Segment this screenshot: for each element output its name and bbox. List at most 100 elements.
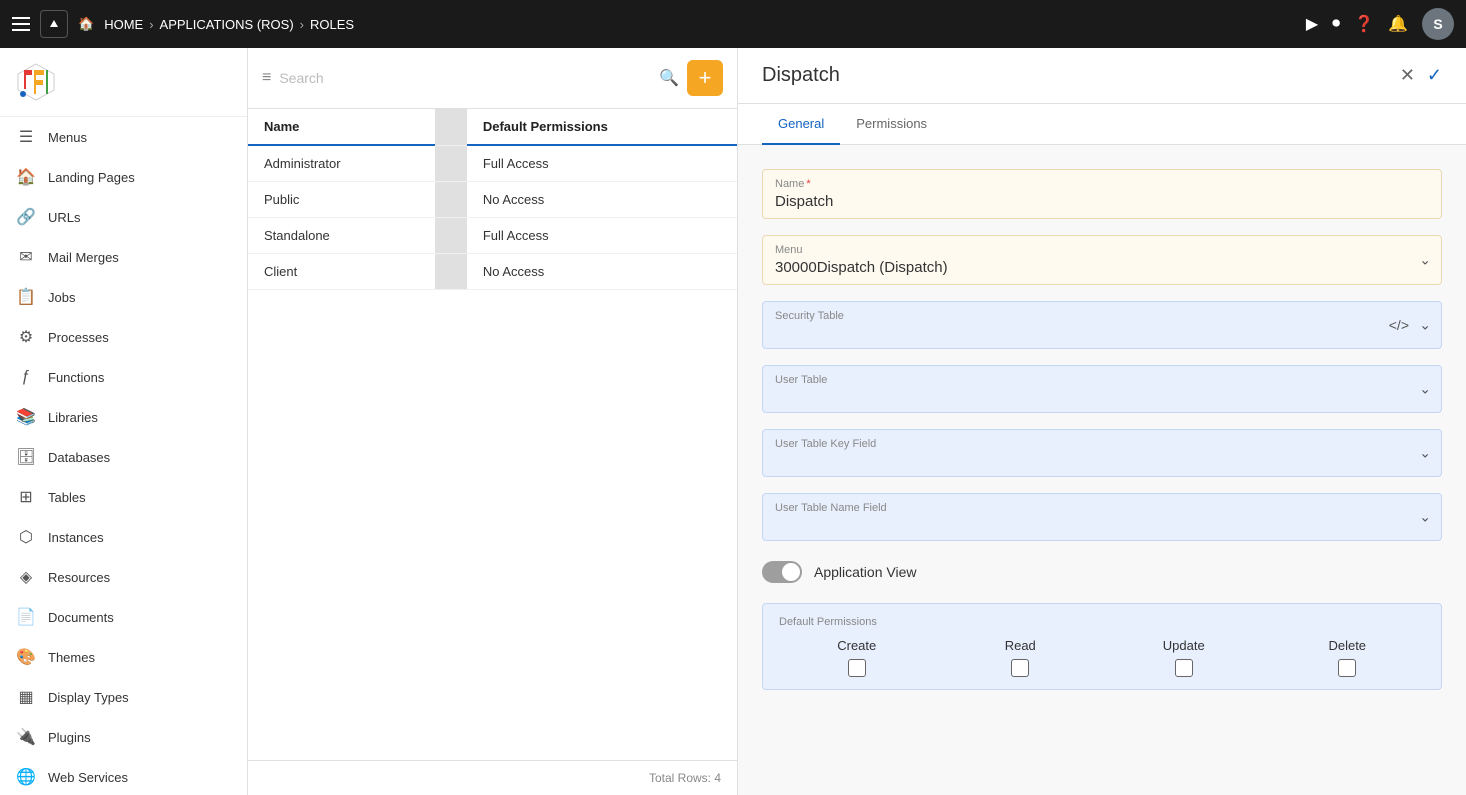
perm-read-checkbox[interactable]: [1011, 659, 1029, 677]
sidebar-item-urls[interactable]: 🔗 URLs: [0, 197, 247, 237]
processes-icon: ⚙: [16, 327, 36, 347]
cell-name: Client: [248, 254, 435, 290]
sidebar-item-themes[interactable]: 🎨 Themes: [0, 637, 247, 677]
close-button[interactable]: ✕: [1400, 65, 1415, 86]
sidebar-item-web-services[interactable]: 🌐 Web Services: [0, 757, 247, 795]
sidebar-item-jobs-label: Jobs: [48, 290, 75, 305]
security-table-code-icon[interactable]: </>: [1389, 317, 1409, 333]
filter-icon[interactable]: ≡: [262, 69, 271, 87]
sidebar-item-documents[interactable]: 📄 Documents: [0, 597, 247, 637]
roles-table: Name Default Permissions Administrator F…: [248, 109, 737, 290]
menus-icon: ☰: [16, 127, 36, 147]
table-footer: Total Rows: 4: [248, 760, 737, 795]
search-mag-icon[interactable]: 🔍: [659, 68, 679, 88]
sidebar-item-tables-label: Tables: [48, 490, 86, 505]
table-row[interactable]: Administrator Full Access: [248, 145, 737, 182]
cell-divider: [435, 218, 467, 254]
sidebar-item-functions[interactable]: ƒ Functions: [0, 357, 247, 397]
perm-delete: Delete: [1270, 638, 1426, 677]
sidebar-item-processes[interactable]: ⚙ Processes: [0, 317, 247, 357]
sidebar-item-resources[interactable]: ◈ Resources: [0, 557, 247, 597]
sidebar-item-menus[interactable]: ☰ Menus: [0, 117, 247, 157]
perm-create-checkbox[interactable]: [848, 659, 866, 677]
sidebar-item-instances-label: Instances: [48, 530, 104, 545]
play-button[interactable]: ▶: [1306, 14, 1318, 34]
breadcrumb-sep1: ›: [149, 17, 153, 32]
sidebar-item-jobs[interactable]: 📋 Jobs: [0, 277, 247, 317]
menu-value: 30000Dispatch (Dispatch): [775, 259, 1429, 276]
functions-icon: ƒ: [16, 367, 36, 387]
tab-permissions[interactable]: Permissions: [840, 104, 943, 145]
cell-name: Standalone: [248, 218, 435, 254]
perm-delete-checkbox[interactable]: [1338, 659, 1356, 677]
breadcrumb: 🏠 HOME › APPLICATIONS (ROS) › ROLES: [78, 16, 354, 32]
breadcrumb-roles[interactable]: ROLES: [310, 17, 354, 32]
up-button[interactable]: [40, 10, 68, 38]
user-table-name-label: User Table Name Field: [775, 502, 1429, 514]
security-table-field: Security Table </> ⌄: [762, 301, 1442, 349]
sidebar-item-documents-label: Documents: [48, 610, 114, 625]
sidebar-item-mail-merges[interactable]: ✉ Mail Merges: [0, 237, 247, 277]
tabs: General Permissions: [738, 104, 1466, 145]
app-view-row: Application View: [762, 557, 1442, 587]
tab-general[interactable]: General: [762, 104, 840, 145]
display-types-icon: ▦: [16, 687, 36, 707]
table-row[interactable]: Client No Access: [248, 254, 737, 290]
security-table-dropdown-icon[interactable]: ⌄: [1419, 317, 1431, 334]
home-icon: 🏠: [78, 16, 94, 32]
help-button[interactable]: ❓: [1354, 14, 1374, 34]
perm-create-label: Create: [837, 638, 876, 653]
sidebar-item-mail-merges-label: Mail Merges: [48, 250, 119, 265]
table-body: Administrator Full Access Public No Acce…: [248, 145, 737, 290]
urls-icon: 🔗: [16, 207, 36, 227]
sidebar-item-tables[interactable]: ⊞ Tables: [0, 477, 247, 517]
sidebar-items-container: ☰ Menus 🏠 Landing Pages 🔗 URLs ✉ Mail Me…: [0, 117, 247, 795]
add-button[interactable]: +: [687, 60, 723, 96]
sidebar-item-menus-label: Menus: [48, 130, 87, 145]
notification-button[interactable]: 🔔: [1388, 14, 1408, 34]
table-row[interactable]: Standalone Full Access: [248, 218, 737, 254]
perm-update: Update: [1106, 638, 1262, 677]
save-check-button[interactable]: ✓: [1427, 65, 1442, 86]
user-table-key-dropdown-icon[interactable]: ⌄: [1419, 445, 1431, 462]
sidebar-item-databases[interactable]: 🗄 Databases: [0, 437, 247, 477]
permissions-grid: Create Read Update Delete: [779, 638, 1425, 677]
right-panel: Dispatch ✕ ✓ General Permissions Name * …: [738, 48, 1466, 795]
search-input[interactable]: [279, 70, 651, 86]
cell-permissions: No Access: [467, 182, 737, 218]
sidebar-item-display-types[interactable]: ▦ Display Types: [0, 677, 247, 717]
col-permissions: Default Permissions: [467, 109, 737, 145]
user-table-name-dropdown-icon[interactable]: ⌄: [1419, 509, 1431, 526]
sidebar: ☰ Menus 🏠 Landing Pages 🔗 URLs ✉ Mail Me…: [0, 48, 248, 795]
user-table-dropdown-icon[interactable]: ⌄: [1419, 381, 1431, 398]
sidebar-item-instances[interactable]: ⬡ Instances: [0, 517, 247, 557]
name-input[interactable]: [775, 193, 1429, 210]
cell-divider: [435, 145, 467, 182]
table-row[interactable]: Public No Access: [248, 182, 737, 218]
jobs-icon: 📋: [16, 287, 36, 307]
sidebar-item-plugins[interactable]: 🔌 Plugins: [0, 717, 247, 757]
sidebar-item-resources-label: Resources: [48, 570, 110, 585]
perm-read: Read: [943, 638, 1099, 677]
sidebar-item-plugins-label: Plugins: [48, 730, 91, 745]
themes-icon: 🎨: [16, 647, 36, 667]
record-button[interactable]: ⏺: [1332, 15, 1340, 33]
app-view-toggle[interactable]: [762, 561, 802, 583]
plugins-icon: 🔌: [16, 727, 36, 747]
user-table-name-field: User Table Name Field ⌄: [762, 493, 1442, 541]
sidebar-item-processes-label: Processes: [48, 330, 109, 345]
perm-update-checkbox[interactable]: [1175, 659, 1193, 677]
name-field: Name *: [762, 169, 1442, 219]
breadcrumb-applications[interactable]: APPLICATIONS (ROS): [160, 17, 294, 32]
sidebar-item-libraries[interactable]: 📚 Libraries: [0, 397, 247, 437]
breadcrumb-home[interactable]: HOME: [104, 17, 143, 32]
col-divider: [435, 109, 467, 145]
libraries-icon: 📚: [16, 407, 36, 427]
menu-dropdown-icon[interactable]: ⌄: [1419, 252, 1431, 269]
avatar[interactable]: S: [1422, 8, 1454, 40]
hamburger-menu[interactable]: [12, 17, 30, 31]
sidebar-item-landing-pages[interactable]: 🏠 Landing Pages: [0, 157, 247, 197]
menu-label: Menu: [775, 244, 1429, 256]
sidebar-logo: [0, 48, 247, 117]
perm-create: Create: [779, 638, 935, 677]
